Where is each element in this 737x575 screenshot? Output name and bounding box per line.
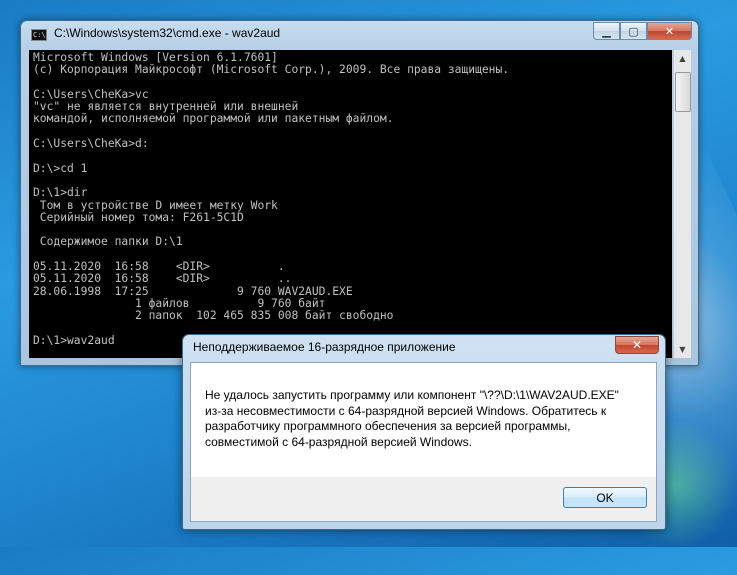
dialog-title: Неподдерживаемое 16-разрядное приложение bbox=[193, 340, 456, 354]
error-dialog[interactable]: Неподдерживаемое 16-разрядное приложение… bbox=[182, 334, 666, 530]
scroll-down-icon[interactable]: ▼ bbox=[674, 341, 691, 358]
cmd-icon[interactable]: C:\ bbox=[31, 29, 47, 41]
message-line: из-за несовместимости с 64-разрядной вер… bbox=[205, 403, 607, 418]
console-line: 2 папок 102 465 835 008 байт свободно bbox=[33, 309, 394, 323]
console-line: D:\>cd 1 bbox=[33, 161, 88, 175]
console-line: (c) Корпорация Майкрософт (Microsoft Cor… bbox=[33, 63, 510, 77]
scroll-up-icon[interactable]: ▲ bbox=[674, 50, 691, 67]
dialog-message-area: Не удалось запустить программу или компо… bbox=[191, 363, 656, 477]
message-line: разработчику программного обеспечения за… bbox=[205, 419, 571, 433]
console-area[interactable]: Microsoft Windows [Version 6.1.7601] (c) … bbox=[29, 50, 672, 358]
maximize-icon: ▢ bbox=[628, 24, 639, 38]
console-line: Том в устройстве D имеет метку Work bbox=[33, 198, 278, 212]
console-output: Microsoft Windows [Version 6.1.7601] (c) … bbox=[33, 51, 510, 347]
console-line: Содержимое папки D:\1 bbox=[33, 235, 183, 249]
ok-button[interactable]: OK bbox=[563, 487, 647, 508]
cmd-titlebar[interactable]: C:\ C:\Windows\system32\cmd.exe - wav2au… bbox=[21, 21, 698, 47]
scroll-thumb[interactable] bbox=[675, 72, 691, 112]
dialog-message: Не удалось запустить программу или компо… bbox=[205, 388, 635, 450]
console-line: C:\Users\CheKa>d: bbox=[33, 137, 149, 151]
dialog-close-button[interactable]: ✕ bbox=[615, 336, 659, 354]
message-line: совместимой с 64-разрядной версией Windo… bbox=[205, 434, 472, 449]
console-line: 05.11.2020 16:58 <DIR> .. bbox=[33, 272, 292, 286]
vertical-scrollbar[interactable]: ▲ ▼ bbox=[673, 50, 691, 358]
cmd-window-title: C:\Windows\system32\cmd.exe - wav2aud bbox=[54, 26, 281, 40]
console-line: D:\1>dir bbox=[33, 186, 88, 200]
window-controls: ▁ ▢ ✕ bbox=[593, 22, 692, 41]
console-line: командой, исполняемой программой или пак… bbox=[33, 112, 394, 126]
dialog-body: Не удалось запустить программу или компо… bbox=[190, 362, 657, 522]
console-line: Серийный номер тома: F261-5C1D bbox=[33, 210, 244, 224]
cmd-window[interactable]: C:\ C:\Windows\system32\cmd.exe - wav2au… bbox=[20, 20, 699, 366]
close-button[interactable]: ✕ bbox=[647, 22, 692, 40]
message-line: Не удалось запустить программу или компо… bbox=[205, 388, 619, 402]
close-icon: ✕ bbox=[664, 24, 675, 38]
maximize-button[interactable]: ▢ bbox=[620, 22, 647, 40]
minimize-icon: ▁ bbox=[602, 24, 611, 38]
close-icon: ✕ bbox=[631, 338, 643, 352]
minimize-button[interactable]: ▁ bbox=[593, 22, 620, 40]
